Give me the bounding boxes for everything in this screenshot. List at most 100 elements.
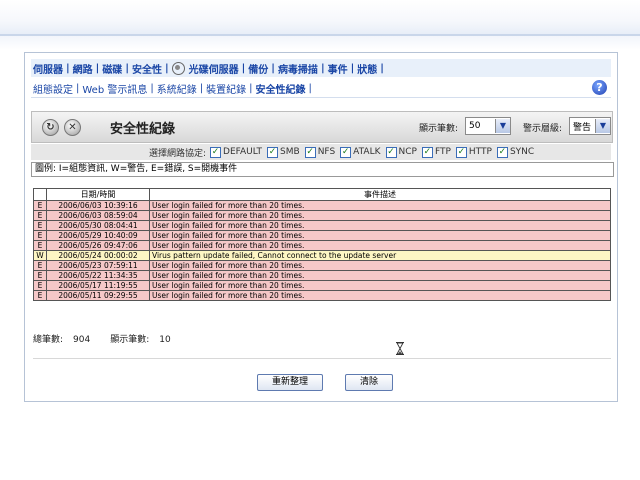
- event-datetime: 2006/05/22 11:34:35: [46, 270, 150, 281]
- event-type: W: [33, 250, 47, 261]
- checkbox-label: ATALK: [353, 147, 381, 157]
- check-icon: ✓: [210, 146, 222, 158]
- nav-network[interactable]: 網路: [71, 61, 95, 76]
- event-datetime: 2006/05/26 09:47:06: [46, 240, 150, 251]
- disc-icon: [171, 61, 185, 75]
- event-description: User login failed for more than 20 times…: [149, 230, 611, 241]
- refresh-icon[interactable]: ↻: [42, 119, 59, 136]
- refresh-button[interactable]: 重新整理: [257, 374, 323, 391]
- shown-count-value: 10: [159, 335, 171, 345]
- table-header-row: 日期/時間 事件描述: [33, 188, 611, 201]
- main-nav: 伺服器 | 網路 | 磁碟 | 安全性 | 光碟伺服器 | 備份 | 病毒掃描 | 事件 | 狀…: [31, 59, 611, 77]
- table-row: E 2006/05/17 11:19:55 User login failed …: [33, 280, 611, 291]
- level-value: 警告: [573, 122, 592, 133]
- event-datetime: 2006/05/29 10:40:09: [46, 230, 150, 241]
- event-datetime: 2006/05/24 00:00:02: [46, 250, 150, 261]
- level-label: 警示層級:: [523, 124, 563, 134]
- page-size-label: 顯示筆數:: [419, 124, 459, 134]
- table-row: E 2006/05/11 09:29:55 User login failed …: [33, 290, 611, 301]
- event-type: E: [33, 240, 47, 251]
- nav-separator: |: [380, 62, 384, 74]
- event-description: User login failed for more than 20 times…: [149, 280, 611, 291]
- event-type: E: [33, 220, 47, 231]
- checkbox-default[interactable]: ✓ DEFAULT: [210, 146, 263, 158]
- checkbox-label: DEFAULT: [223, 147, 263, 157]
- checkbox-ncp[interactable]: ✓ NCP: [385, 146, 417, 158]
- clear-button[interactable]: 清除: [345, 374, 393, 391]
- event-description: User login failed for more than 20 times…: [149, 200, 611, 211]
- main-panel: 伺服器 | 網路 | 磁碟 | 安全性 | 光碟伺服器 | 備份 | 病毒掃描 | 事件 | 狀…: [24, 52, 618, 402]
- table-row: E 2006/05/30 08:04:41 User login failed …: [33, 220, 611, 231]
- event-datetime: 2006/05/11 09:29:55: [46, 290, 150, 301]
- event-description: User login failed for more than 20 times…: [149, 290, 611, 301]
- page-size-select[interactable]: 50 ▼: [465, 117, 511, 135]
- nav-security[interactable]: 安全性: [130, 61, 164, 76]
- sub-nav: 組態設定 | Web 警示訊息 | 系統紀錄 | 裝置紀錄 | 安全性紀錄 | ?: [31, 79, 611, 98]
- nav-events[interactable]: 事件: [326, 61, 350, 76]
- help-icon[interactable]: ?: [592, 80, 607, 95]
- event-type: E: [33, 210, 47, 221]
- subnav-web-alert[interactable]: Web 警示訊息: [80, 81, 149, 96]
- check-icon: ✓: [455, 146, 467, 158]
- subnav-separator: |: [308, 82, 312, 94]
- header-shadow: [0, 36, 640, 50]
- checkbox-ftp[interactable]: ✓ FTP: [421, 146, 451, 158]
- checkbox-label: FTP: [434, 147, 451, 157]
- total-count-value: 904: [73, 335, 91, 345]
- checkbox-label: SYNC: [509, 147, 535, 157]
- column-header-description: 事件描述: [149, 188, 611, 201]
- nav-status[interactable]: 狀態: [355, 61, 379, 76]
- event-description: Virus pattern update failed, Cannot conn…: [149, 250, 611, 261]
- event-type: E: [33, 260, 47, 271]
- event-log-table: 日期/時間 事件描述 E 2006/06/03 10:39:16 User lo…: [33, 188, 611, 301]
- checkbox-nfs[interactable]: ✓ NFS: [304, 146, 336, 158]
- subnav-device-log[interactable]: 裝置紀錄: [204, 81, 248, 96]
- browser-header-band: [0, 0, 640, 34]
- check-icon: ✓: [267, 146, 279, 158]
- checkbox-smb[interactable]: ✓ SMB: [267, 146, 300, 158]
- event-description: User login failed for more than 20 times…: [149, 260, 611, 271]
- checkbox-label: NCP: [398, 147, 417, 157]
- nav-separator: |: [164, 62, 169, 74]
- event-type: E: [33, 200, 47, 211]
- shown-count: 顯示筆數: 10: [110, 335, 181, 345]
- check-icon: ✓: [421, 146, 433, 158]
- checkbox-label: NFS: [317, 147, 336, 157]
- check-icon: ✓: [340, 146, 352, 158]
- table-row: E 2006/05/23 07:59:11 User login failed …: [33, 260, 611, 271]
- protocol-filter: 選擇網路協定: ✓ DEFAULT ✓ SMB ✓ NFS ✓ ATALK ✓ NCP ✓…: [31, 144, 611, 160]
- event-description: User login failed for more than 20 times…: [149, 270, 611, 281]
- protocol-filter-label: 選擇網路協定:: [149, 148, 207, 159]
- checkbox-http[interactable]: ✓ HTTP: [455, 146, 492, 158]
- nav-disc-server[interactable]: 光碟伺服器: [187, 61, 241, 76]
- column-header-type: [33, 188, 47, 201]
- event-datetime: 2006/05/30 08:04:41: [46, 220, 150, 231]
- event-datetime: 2006/05/23 07:59:11: [46, 260, 150, 271]
- column-header-datetime: 日期/時間: [46, 188, 150, 201]
- subnav-config[interactable]: 組態設定: [31, 81, 75, 96]
- event-description: User login failed for more than 20 times…: [149, 220, 611, 231]
- subnav-system-log[interactable]: 系統紀錄: [155, 81, 199, 96]
- checkbox-label: SMB: [280, 147, 300, 157]
- table-row: E 2006/05/29 10:40:09 User login failed …: [33, 230, 611, 241]
- level-select[interactable]: 警告 ▼: [569, 117, 611, 135]
- subnav-security-log[interactable]: 安全性紀錄: [253, 80, 308, 96]
- chevron-down-icon: ▼: [595, 119, 610, 133]
- total-count: 總筆數: 904: [33, 335, 100, 345]
- checkbox-sync[interactable]: ✓ SYNC: [496, 146, 535, 158]
- event-description: User login failed for more than 20 times…: [149, 240, 611, 251]
- event-description: User login failed for more than 20 times…: [149, 210, 611, 221]
- event-datetime: 2006/06/03 10:39:16: [46, 200, 150, 211]
- check-icon: ✓: [304, 146, 316, 158]
- total-count-label: 總筆數:: [33, 335, 64, 345]
- event-type: E: [33, 230, 47, 241]
- nav-server[interactable]: 伺服器: [31, 61, 65, 76]
- close-icon[interactable]: ✕: [64, 119, 81, 136]
- hourglass-icon: [396, 342, 404, 355]
- table-row: E 2006/05/22 11:34:35 User login failed …: [33, 270, 611, 281]
- legend: 圖例: I=組態資訊, W=警告, E=錯誤, S=開機事件: [31, 162, 614, 177]
- nav-backup[interactable]: 備份: [246, 61, 270, 76]
- checkbox-atalk[interactable]: ✓ ATALK: [340, 146, 381, 158]
- nav-disk[interactable]: 磁碟: [100, 61, 124, 76]
- nav-virus-scan[interactable]: 病毒掃描: [276, 61, 320, 76]
